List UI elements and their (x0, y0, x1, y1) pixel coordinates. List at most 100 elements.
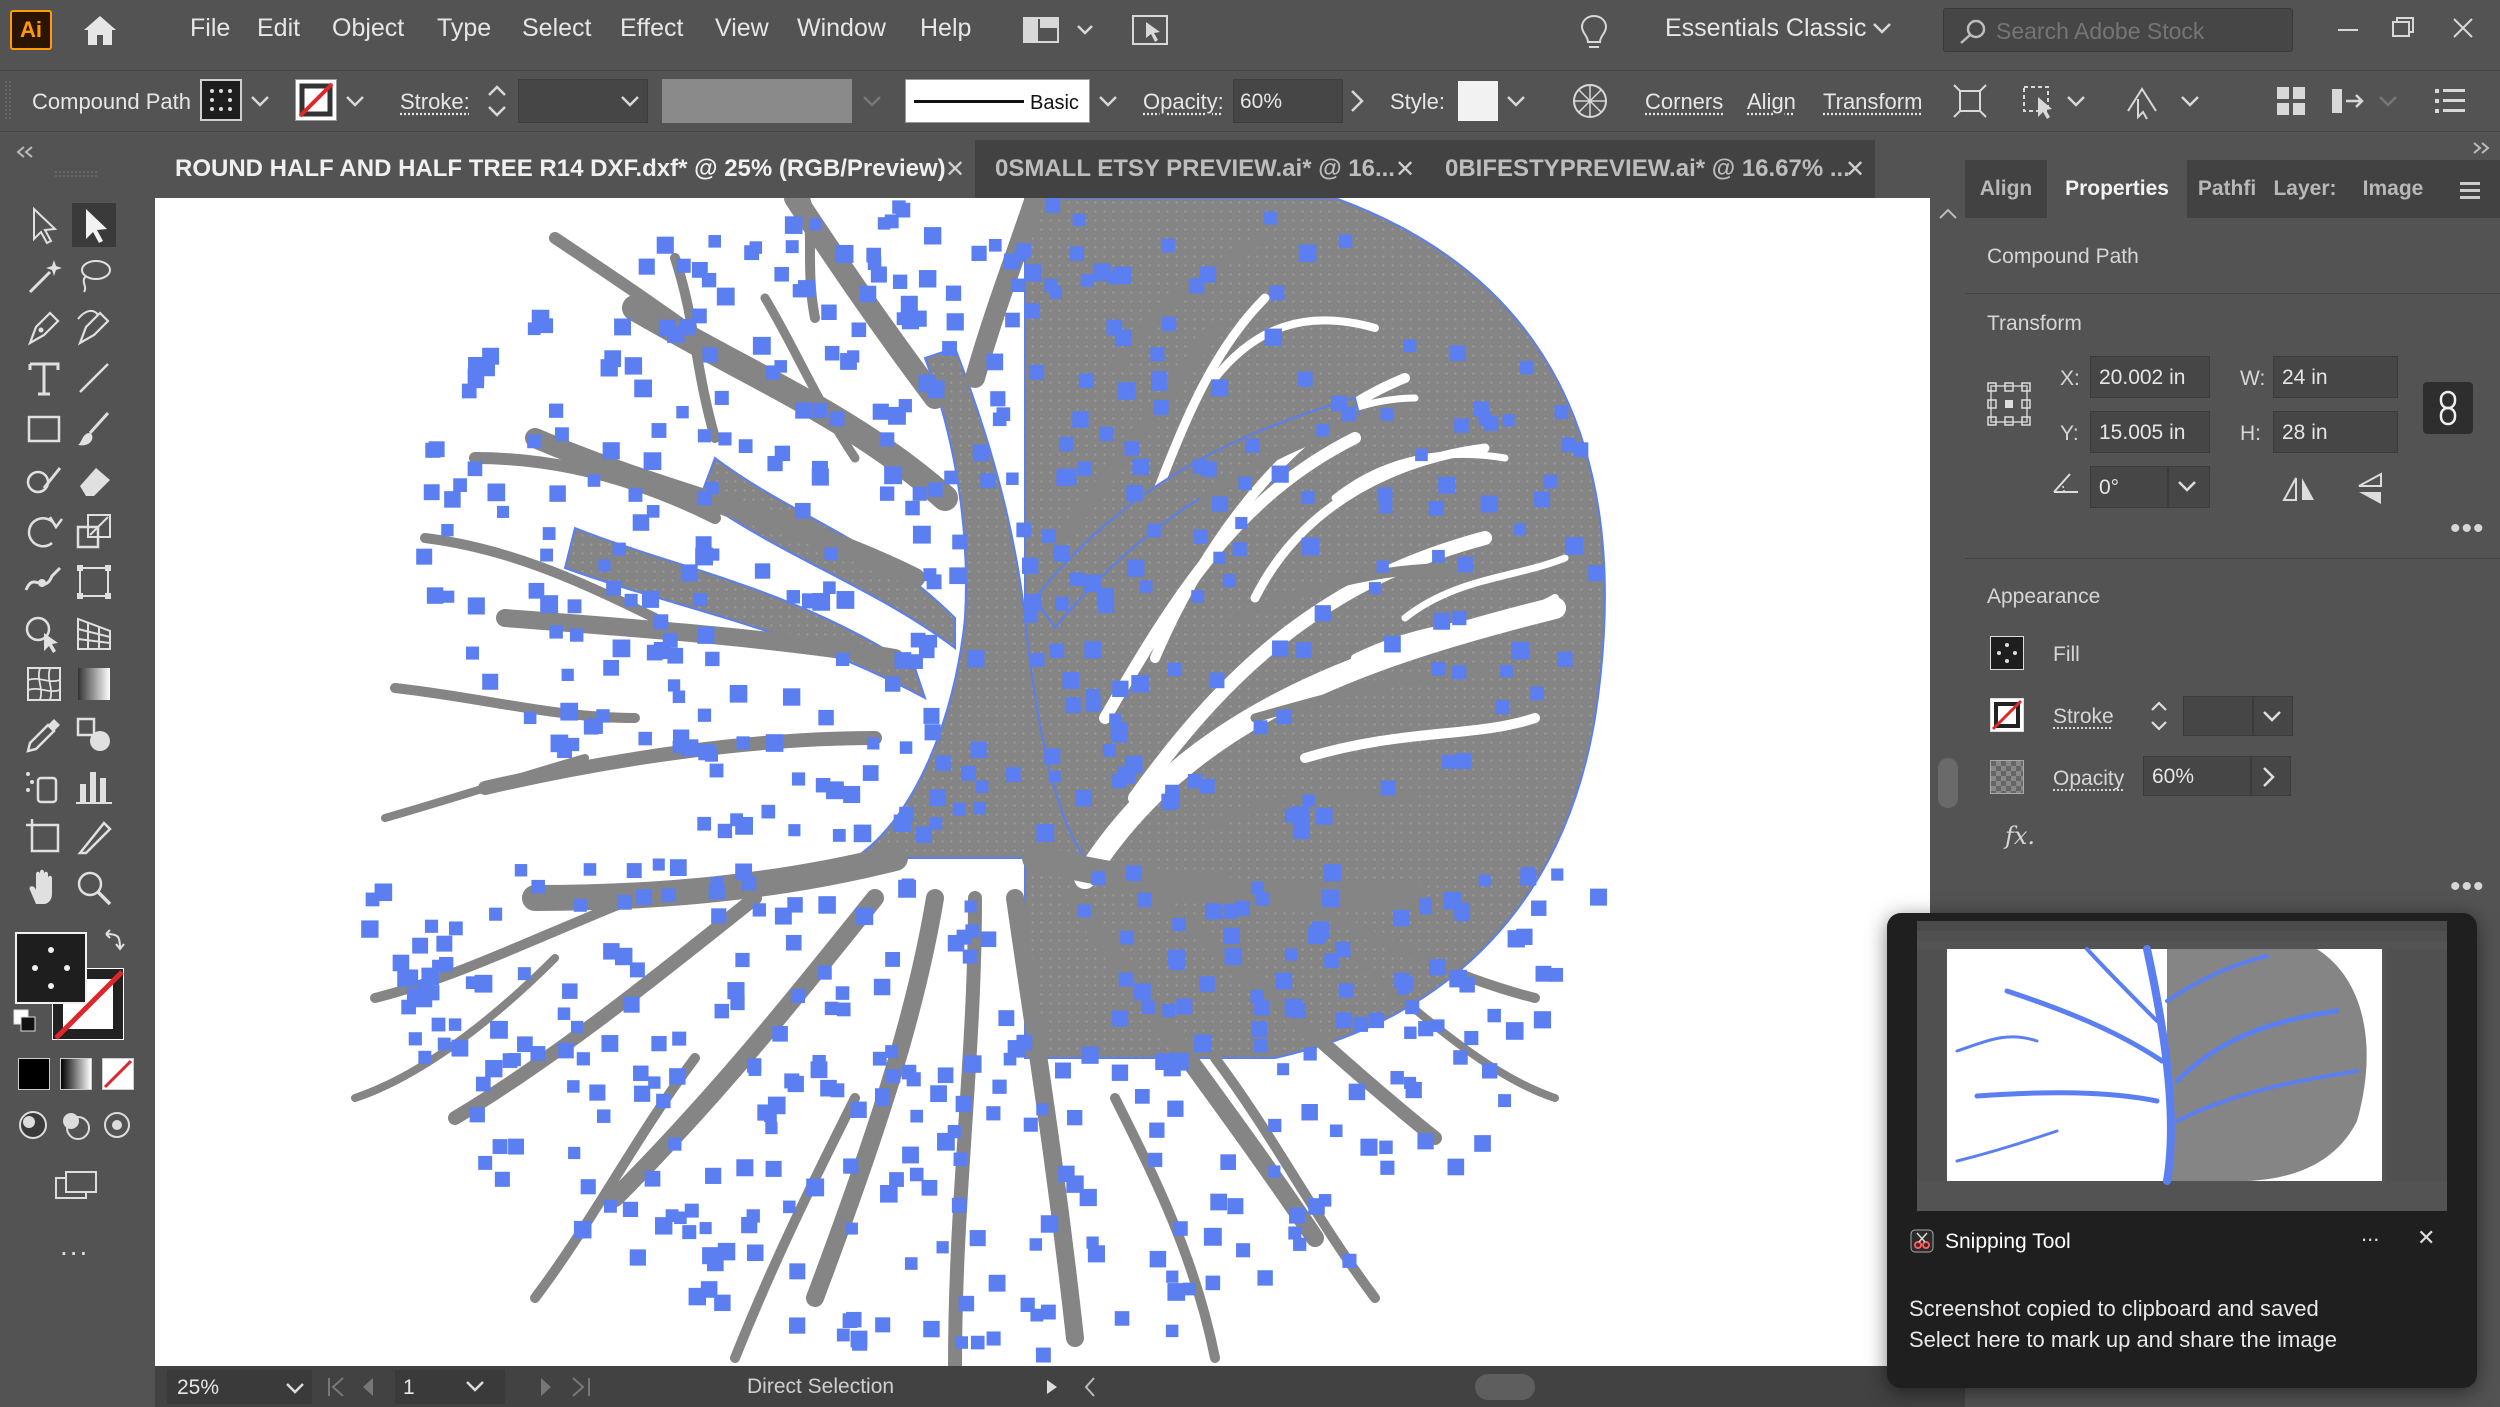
anchor-point[interactable] (622, 1201, 639, 1218)
opacity-label[interactable]: Opacity: (1143, 89, 1224, 115)
anchor-point[interactable] (789, 1263, 806, 1280)
swap-colors-icon[interactable] (102, 928, 126, 952)
anchor-point[interactable] (634, 1085, 651, 1102)
anchor-point[interactable] (986, 353, 1004, 371)
anchor-point[interactable] (1324, 864, 1342, 882)
anchor-point[interactable] (1075, 790, 1092, 807)
transform-link[interactable]: Transform (1823, 89, 1922, 115)
scroll-up-icon[interactable] (1938, 206, 1958, 220)
app-logo[interactable]: Ai (10, 10, 52, 50)
anchor-point[interactable] (1049, 286, 1062, 299)
anchor-point[interactable] (899, 741, 913, 754)
anchor-point[interactable] (392, 954, 410, 972)
anchor-point[interactable] (872, 1051, 887, 1066)
anchor-point[interactable] (494, 1171, 510, 1187)
anchor-point[interactable] (1102, 743, 1116, 757)
anchor-point[interactable] (699, 1222, 712, 1235)
type-tool-icon[interactable] (22, 356, 66, 400)
anchor-point[interactable] (573, 1220, 592, 1239)
anchor-point[interactable] (992, 1079, 1007, 1094)
anchor-point[interactable] (442, 590, 455, 603)
anchor-point[interactable] (1352, 1016, 1368, 1032)
anchor-point[interactable] (1114, 329, 1132, 347)
anchor-point[interactable] (587, 474, 601, 487)
anchor-point[interactable] (996, 407, 1011, 422)
anchor-point[interactable] (998, 1010, 1015, 1027)
anchor-point[interactable] (1271, 465, 1289, 483)
anchor-point[interactable] (1199, 976, 1215, 992)
anchor-point[interactable] (596, 1109, 611, 1123)
anchor-point[interactable] (1162, 1003, 1176, 1018)
anchor-point[interactable] (651, 423, 667, 438)
anchor-point[interactable] (783, 1200, 796, 1214)
profile-dropdown-icon[interactable] (862, 95, 882, 109)
anchor-point[interactable] (1040, 1215, 1059, 1233)
anchor-point[interactable] (1222, 574, 1236, 588)
anchor-point[interactable] (774, 445, 791, 462)
anchor-point[interactable] (1269, 285, 1285, 301)
anchor-point[interactable] (517, 967, 531, 981)
anchor-point[interactable] (926, 380, 945, 399)
anchor-point[interactable] (1208, 672, 1225, 689)
close-tab-icon[interactable]: ✕ (1395, 155, 1415, 184)
anchor-point[interactable] (514, 864, 528, 877)
anchor-point[interactable] (1268, 1165, 1281, 1178)
anchor-point[interactable] (1438, 476, 1455, 494)
anchor-point[interactable] (1535, 965, 1552, 982)
anchor-point[interactable] (1161, 238, 1175, 253)
anchor-point[interactable] (1132, 458, 1149, 476)
tab-bifesty-preview[interactable]: 0BIFESTYPREVIEW.ai* @ 16.67% ... (1425, 140, 1875, 198)
anchor-point[interactable] (824, 1001, 839, 1016)
anchor-point[interactable] (946, 313, 964, 331)
more-transform-options[interactable]: ••• (2450, 512, 2485, 546)
anchor-point[interactable] (1213, 551, 1226, 564)
anchor-point[interactable] (1257, 1270, 1273, 1286)
anchor-point[interactable] (1049, 643, 1065, 659)
anchor-point[interactable] (716, 287, 735, 306)
anchor-point[interactable] (1167, 1283, 1186, 1301)
anchor-point[interactable] (1449, 969, 1467, 988)
anchor-point[interactable] (1530, 686, 1545, 701)
anchor-point[interactable] (1590, 888, 1608, 906)
anchor-point[interactable] (668, 1137, 682, 1151)
anchor-point[interactable] (980, 931, 997, 948)
brush-dropdown-icon[interactable] (1098, 95, 1118, 109)
tab-align[interactable]: Align (1965, 160, 2047, 218)
anchor-point[interactable] (1417, 1133, 1434, 1150)
anchor-point[interactable] (867, 256, 882, 271)
anchor-point[interactable] (614, 318, 631, 336)
anchor-point[interactable] (408, 1032, 422, 1046)
stroke-weight-field[interactable] (2183, 696, 2253, 736)
chevron-right-icon[interactable] (1348, 89, 1366, 113)
anchor-point[interactable] (942, 341, 957, 356)
anchor-point[interactable] (924, 724, 941, 741)
anchor-point[interactable] (1338, 234, 1353, 248)
anchor-point[interactable] (1519, 360, 1534, 375)
anchor-point[interactable] (496, 505, 510, 518)
anchor-point[interactable] (767, 1096, 786, 1115)
anchor-point[interactable] (662, 632, 678, 648)
anchor-point[interactable] (1376, 560, 1389, 573)
anchor-point[interactable] (1024, 264, 1042, 282)
default-colors-icon[interactable] (12, 1008, 38, 1034)
anchor-point[interactable] (1293, 1237, 1307, 1251)
anchor-point[interactable] (1449, 345, 1466, 362)
anchor-point[interactable] (842, 1313, 858, 1329)
anchor-point[interactable] (626, 863, 642, 879)
anchor-point[interactable] (1029, 1238, 1043, 1251)
draw-inside-icon[interactable] (100, 1108, 134, 1142)
anchor-point[interactable] (1035, 1347, 1051, 1363)
anchor-point[interactable] (711, 908, 727, 924)
anchor-point[interactable] (990, 391, 1006, 407)
anchor-point[interactable] (697, 708, 712, 722)
anchor-point[interactable] (964, 1055, 982, 1073)
anchor-point[interactable] (746, 1058, 762, 1073)
anchor-point[interactable] (1210, 1193, 1228, 1211)
anchor-point[interactable] (540, 548, 554, 562)
anchor-point[interactable] (845, 1222, 858, 1235)
anchor-point[interactable] (1021, 557, 1039, 574)
anchor-point[interactable] (746, 1244, 764, 1262)
anchor-point[interactable] (1451, 665, 1467, 680)
anchor-point[interactable] (587, 718, 603, 734)
anchor-point[interactable] (1384, 635, 1401, 653)
